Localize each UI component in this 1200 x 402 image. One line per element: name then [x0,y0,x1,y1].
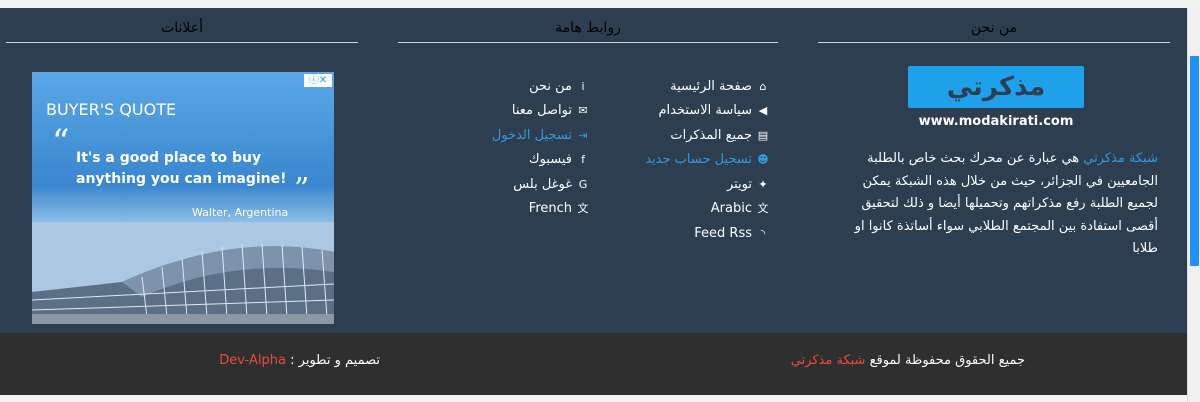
links-title: روابط هامة [398,20,778,43]
link-label: Feed Rss [694,225,752,241]
logo-word: مذكرتي [908,66,1084,108]
link-french[interactable]: 文 French [440,197,590,222]
quote-close-icon: ” [294,172,310,207]
translate-icon: 文 [577,202,589,216]
link-label: فيسبوك [528,152,572,168]
link-label: تويتر [726,176,752,192]
link-label: تواصل معنا [511,103,572,119]
credits-text: تصميم و تطوير : [286,353,380,368]
translate-icon: 文 [757,202,769,216]
about-brand-link[interactable]: شبكة مذكرتي [1083,151,1158,166]
link-home[interactable]: ⌂ صفحة الرئيسية [600,74,770,99]
link-label: French [528,201,572,217]
ads-title: أعلانات [6,20,358,43]
links-list-left: i من نحن ✉ تواصل معنا ⇥ تسجيل الدخول f فيسبو… [440,74,590,221]
about-column: من نحن [818,20,1170,43]
link-label: جميع المذكرات [670,127,752,143]
link-contact[interactable]: ✉ تواصل معنا [440,99,590,124]
link-google-plus[interactable]: G غوغل بلس [440,172,590,197]
quote-open-icon: “ [52,122,70,162]
link-label: غوغل بلس [513,176,572,192]
ad-quote: It's a good place to buy anything you ca… [76,150,287,187]
link-label: سياسة الاستخدام [658,103,753,119]
ad-headline: BUYER'S QUOTE [46,100,177,119]
home-icon: ⌂ [759,79,767,93]
link-login[interactable]: ⇥ تسجيل الدخول [440,123,590,148]
links-column: روابط هامة [398,20,778,43]
link-terms[interactable]: ◀ سياسة الاستخدام [600,99,770,124]
twitter-icon: ✦ [758,177,768,191]
link-label: صفحة الرئيسية [670,78,752,94]
credits-brand-link[interactable]: Dev-Alpha [219,353,286,368]
megaphone-icon: ◀ [758,104,768,118]
link-about[interactable]: i من نحن [440,74,590,99]
credits: تصميم و تطوير : Dev-Alpha [200,353,380,368]
building-image [32,222,334,324]
about-title: من نحن [818,20,1170,43]
logo-url: www.modakirati.com [918,114,1074,129]
info-icon: i [581,79,585,93]
ads-column: أعلانات [6,20,358,43]
copyright: جميع الحقوق محفوظة لموقع شبكة مذكرتي [745,353,1025,368]
ad-banner[interactable]: ⓘ✕ BUYER'S QUOTE “ It's a good place to … [32,72,334,324]
ad-author: Walter, Argentina [192,206,289,219]
link-facebook[interactable]: f فيسبوك [440,148,590,173]
rss-icon: ◝ [760,226,766,240]
about-description: شبكة مذكرتي هي عبارة عن محرك بحث خاص بال… [840,148,1158,261]
ad-choices-icon[interactable]: ⓘ✕ [304,74,332,87]
link-register[interactable]: ☻ تسجيل حساب جديد [600,148,770,173]
facebook-icon: f [581,153,585,167]
link-label: تسجيل حساب جديد [645,152,752,168]
copyright-bar: جميع الحقوق محفوظة لموقع شبكة مذكرتي تصم… [0,333,1187,395]
envelope-icon: ✉ [578,104,588,118]
links-list-right: ⌂ صفحة الرئيسية ◀ سياسة الاستخدام ▤ جميع ال… [600,74,770,246]
copyright-text: جميع الحقوق محفوظة لموقع [865,353,1025,368]
site-logo[interactable]: مذكرتي www.modakirati.com [908,62,1084,134]
sign-in-icon: ⇥ [578,128,588,142]
link-rss[interactable]: ◝ Feed Rss [600,221,770,246]
page-scrollbar[interactable] [1187,8,1200,402]
about-text: هي عبارة عن محرك بحث خاص بالطلبة الجامعي… [854,151,1158,256]
scrollbar-thumb[interactable] [1190,56,1199,266]
google-icon: G [578,177,588,191]
link-label: Arabic [710,201,752,217]
page-top-strip [0,0,1200,8]
page-bottom-strip [0,395,1187,402]
link-all-notes[interactable]: ▤ جميع المذكرات [600,123,770,148]
link-twitter[interactable]: ✦ تويتر [600,172,770,197]
link-label: من نحن [529,78,572,94]
link-label: تسجيل الدخول [491,127,572,143]
book-icon: ▤ [757,128,769,142]
users-icon: ☻ [757,153,769,167]
copyright-brand-link[interactable]: شبكة مذكرتي [791,353,866,368]
link-arabic[interactable]: 文 Arabic [600,197,770,222]
